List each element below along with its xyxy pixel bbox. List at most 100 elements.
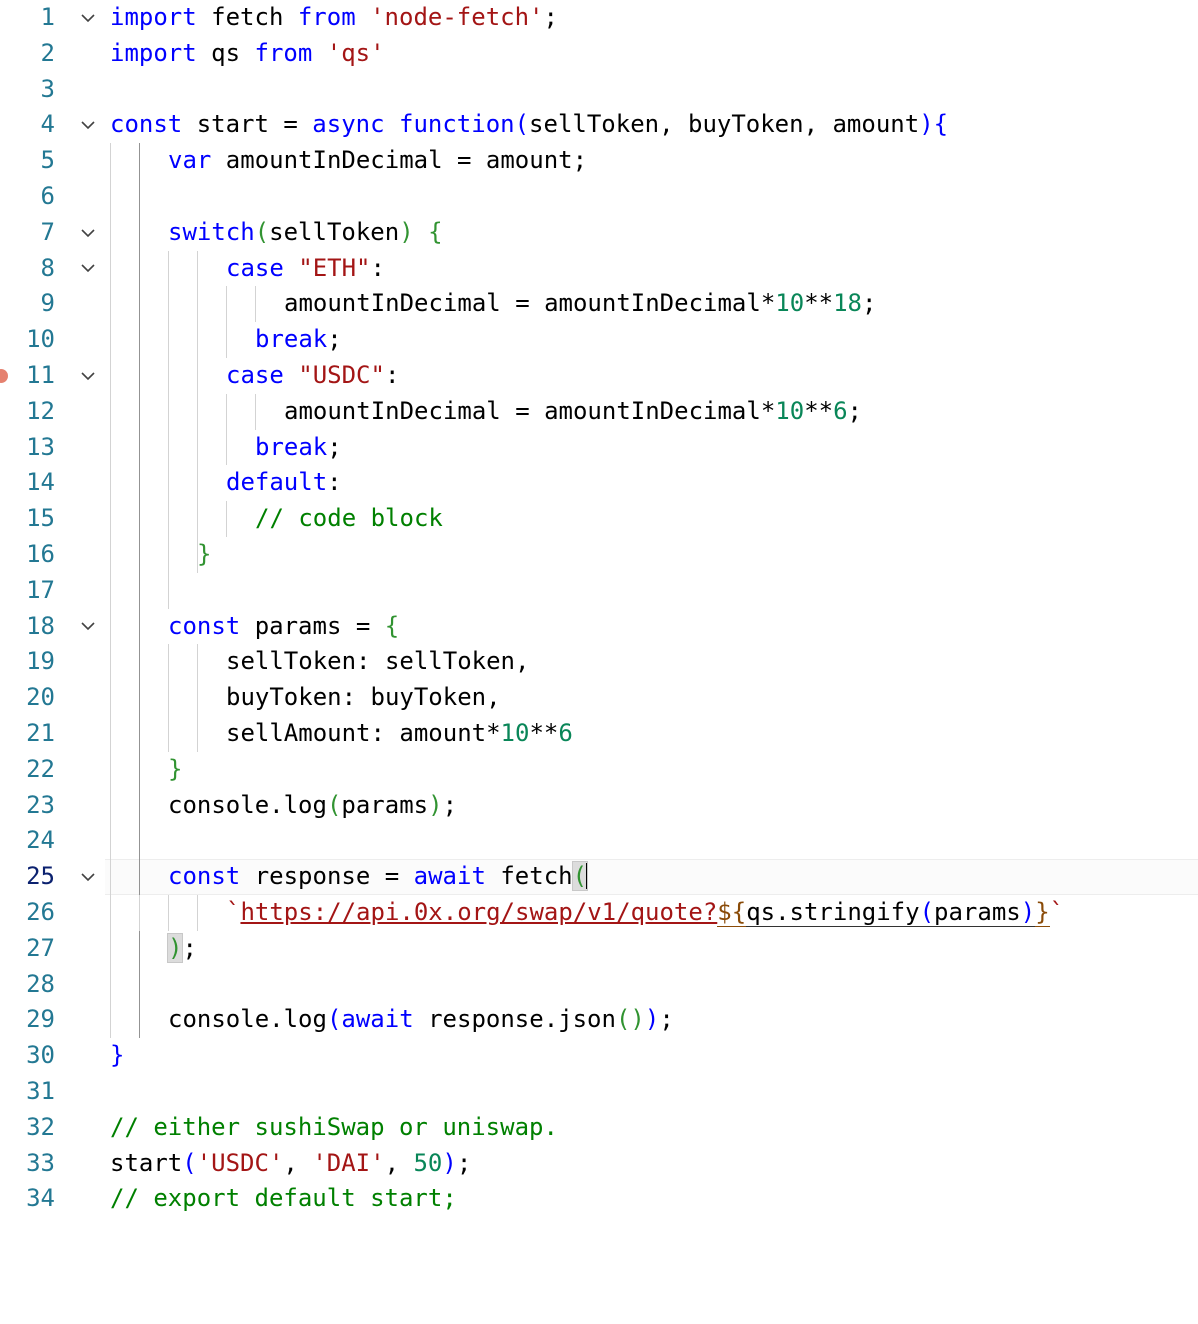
gutter[interactable]: 4: [0, 107, 105, 143]
gutter[interactable]: 21: [0, 716, 105, 752]
gutter[interactable]: 19: [0, 644, 105, 680]
gutter[interactable]: 2: [0, 36, 105, 72]
fold-chevron-down-icon[interactable]: [76, 215, 100, 251]
gutter[interactable]: 20: [0, 680, 105, 716]
code-cell[interactable]: }: [105, 751, 1198, 788]
editor-line[interactable]: 33 start('USDC', 'DAI', 50);: [0, 1146, 1198, 1182]
gutter[interactable]: 7: [0, 215, 105, 251]
code-cell[interactable]: const start = async function(sellToken, …: [105, 107, 1198, 143]
editor-line[interactable]: 20 buyToken: buyToken,: [0, 680, 1198, 716]
gutter[interactable]: 28: [0, 967, 105, 1003]
editor-line-active[interactable]: 25 const response = await fetch(: [0, 859, 1198, 895]
gutter[interactable]: 16: [0, 537, 105, 573]
code-cell[interactable]: // export default start;: [105, 1181, 1198, 1217]
code-cell[interactable]: const response = await fetch(: [105, 859, 1198, 895]
code-cell[interactable]: // code block: [105, 501, 1198, 537]
editor-line[interactable]: 22 }: [0, 751, 1198, 788]
code-cell[interactable]: [105, 178, 1198, 215]
gutter[interactable]: 18: [0, 609, 105, 645]
code-cell[interactable]: [105, 966, 1198, 1003]
gutter[interactable]: 17: [0, 573, 105, 609]
code-cell[interactable]: amountInDecimal = amountInDecimal*10**18…: [105, 286, 1198, 323]
gutter[interactable]: 15: [0, 501, 105, 537]
gutter[interactable]: 27: [0, 931, 105, 967]
fold-chevron-down-icon[interactable]: [76, 251, 100, 287]
editor-line[interactable]: 18 const params = {: [0, 608, 1198, 645]
editor-line[interactable]: 11 case "USDC":: [0, 357, 1198, 394]
code-editor[interactable]: 1 import fetch from 'node-fetch'; 2 impo…: [0, 0, 1198, 1216]
gutter[interactable]: 25: [0, 859, 105, 895]
gutter[interactable]: 33: [0, 1146, 105, 1182]
editor-line[interactable]: 31: [0, 1074, 1198, 1110]
code-cell[interactable]: sellAmount: amount*10**6: [105, 715, 1198, 752]
gutter[interactable]: 8: [0, 251, 105, 287]
editor-line[interactable]: 12 amountInDecimal = amountInDecimal*10*…: [0, 393, 1198, 430]
code-cell[interactable]: import qs from 'qs': [105, 36, 1198, 72]
fold-chevron-down-icon[interactable]: [76, 609, 100, 645]
editor-line[interactable]: 16 }: [0, 536, 1198, 573]
gutter[interactable]: 30: [0, 1038, 105, 1074]
gutter[interactable]: 3: [0, 72, 105, 108]
code-cell[interactable]: console.log(await response.json());: [105, 1002, 1198, 1039]
gutter[interactable]: 5: [0, 143, 105, 179]
gutter[interactable]: 14: [0, 465, 105, 501]
editor-line[interactable]: 24: [0, 823, 1198, 860]
code-cell[interactable]: import fetch from 'node-fetch';: [105, 0, 1198, 36]
code-cell[interactable]: buyToken: buyToken,: [105, 680, 1198, 716]
editor-line[interactable]: 8 case "ETH":: [0, 250, 1198, 287]
code-cell[interactable]: default:: [105, 465, 1198, 502]
editor-line[interactable]: 17: [0, 572, 1198, 609]
code-cell[interactable]: console.log(params);: [105, 787, 1198, 824]
editor-line[interactable]: 3: [0, 72, 1198, 108]
gutter[interactable]: 6: [0, 179, 105, 215]
gutter[interactable]: 9: [0, 286, 105, 322]
editor-line[interactable]: 15 // code block: [0, 501, 1198, 537]
code-cell[interactable]: // either sushiSwap or uniswap.: [105, 1110, 1198, 1146]
editor-line[interactable]: 23 console.log(params);: [0, 787, 1198, 824]
fold-chevron-down-icon[interactable]: [76, 358, 100, 394]
editor-line[interactable]: 32 // either sushiSwap or uniswap.: [0, 1110, 1198, 1146]
code-cell[interactable]: break;: [105, 322, 1198, 358]
gutter[interactable]: 11: [0, 358, 105, 394]
gutter[interactable]: 26: [0, 895, 105, 931]
code-cell[interactable]: case "USDC":: [105, 357, 1198, 394]
gutter[interactable]: 24: [0, 823, 105, 859]
editor-line[interactable]: 5 var amountInDecimal = amount;: [0, 143, 1198, 179]
fold-chevron-down-icon[interactable]: [76, 859, 100, 895]
gutter[interactable]: 22: [0, 752, 105, 788]
code-cell[interactable]: const params = {: [105, 608, 1198, 645]
editor-line[interactable]: 14 default:: [0, 465, 1198, 502]
code-cell[interactable]: [105, 823, 1198, 860]
editor-line[interactable]: 9 amountInDecimal = amountInDecimal*10**…: [0, 286, 1198, 323]
code-cell[interactable]: [105, 72, 1198, 108]
editor-line[interactable]: 7 switch(sellToken) {: [0, 214, 1198, 251]
editor-line[interactable]: 30 }: [0, 1038, 1198, 1074]
code-cell[interactable]: }: [105, 1038, 1198, 1074]
gutter[interactable]: 29: [0, 1002, 105, 1038]
gutter[interactable]: 31: [0, 1074, 105, 1110]
fold-chevron-down-icon[interactable]: [76, 0, 100, 36]
code-cell[interactable]: `https://api.0x.org/swap/v1/quote?${qs.s…: [105, 894, 1198, 931]
fold-chevron-down-icon[interactable]: [76, 107, 100, 143]
editor-line[interactable]: 27 );: [0, 930, 1198, 967]
code-cell[interactable]: );: [105, 930, 1198, 967]
editor-line[interactable]: 29 console.log(await response.json());: [0, 1002, 1198, 1039]
gutter[interactable]: 34: [0, 1181, 105, 1217]
code-cell[interactable]: [105, 1074, 1198, 1110]
editor-line[interactable]: 2 import qs from 'qs': [0, 36, 1198, 72]
url-link[interactable]: https://api.0x.org/swap/v1/quote?: [240, 898, 717, 926]
gutter[interactable]: 10: [0, 322, 105, 358]
editor-line[interactable]: 34 // export default start;: [0, 1181, 1198, 1217]
code-cell[interactable]: }: [105, 536, 1198, 573]
code-cell[interactable]: break;: [105, 429, 1198, 466]
code-cell[interactable]: var amountInDecimal = amount;: [105, 143, 1198, 179]
gutter[interactable]: 1: [0, 0, 105, 36]
gutter[interactable]: 12: [0, 394, 105, 430]
editor-line[interactable]: 19 sellToken: sellToken,: [0, 644, 1198, 681]
editor-line[interactable]: 26 `https://api.0x.org/swap/v1/quote?${q…: [0, 894, 1198, 931]
editor-line[interactable]: 28: [0, 966, 1198, 1003]
gutter[interactable]: 13: [0, 430, 105, 466]
editor-line[interactable]: 6: [0, 178, 1198, 215]
code-cell[interactable]: switch(sellToken) {: [105, 214, 1198, 251]
code-cell[interactable]: amountInDecimal = amountInDecimal*10**6;: [105, 393, 1198, 430]
